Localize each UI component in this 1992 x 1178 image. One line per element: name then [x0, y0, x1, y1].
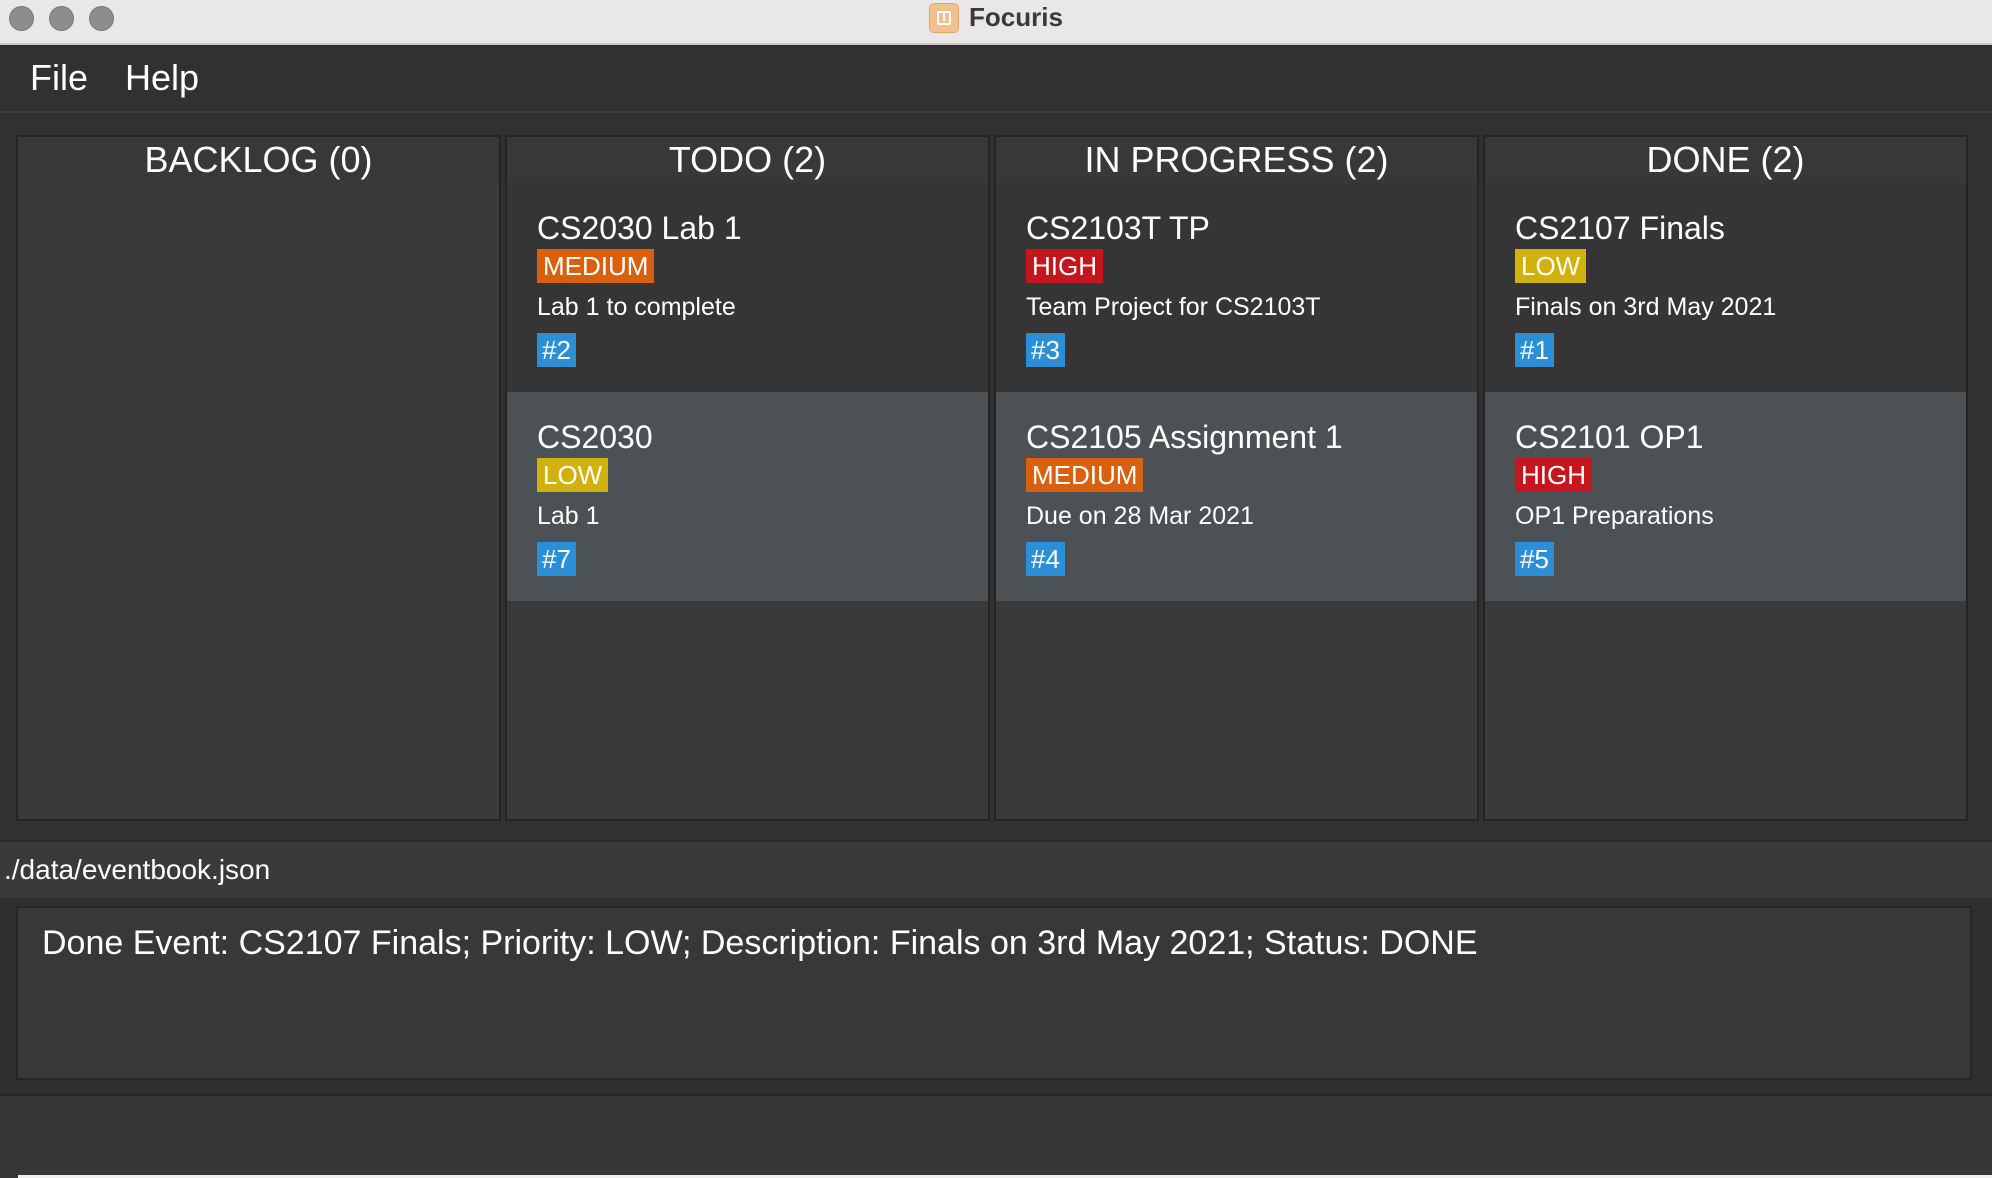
status-bar: ./data/eventbook.json [0, 840, 1992, 898]
column-header: BACKLOG (0) [18, 137, 499, 183]
priority-badge: MEDIUM [1026, 458, 1144, 492]
result-message: Done Event: CS2107 Finals; Priority: LOW… [42, 924, 1478, 962]
event-id-badge: #5 [1515, 542, 1554, 576]
event-title: CS2030 [537, 419, 653, 455]
column-header: DONE (2) [1485, 137, 1966, 183]
event-card[interactable]: CS2107 Finals LOW Finals on 3rd May 2021… [1485, 183, 1966, 392]
event-description: Team Project for CS2103T [1026, 293, 1321, 321]
menu-bar: File Help [0, 45, 1992, 113]
priority-badge: LOW [1515, 249, 1587, 283]
event-title: CS2030 Lab 1 [537, 210, 742, 246]
event-title: CS2105 Assignment 1 [1026, 419, 1343, 455]
event-id-badge: #2 [537, 333, 576, 367]
event-card[interactable]: CS2105 Assignment 1 MEDIUM Due on 28 Mar… [996, 392, 1477, 601]
column-header: TODO (2) [507, 137, 988, 183]
event-card[interactable]: CS2030 Lab 1 MEDIUM Lab 1 to complete #2 [507, 183, 988, 392]
column-header: IN PROGRESS (2) [996, 137, 1477, 183]
save-file-path: ./data/eventbook.json [4, 854, 271, 885]
kanban-board: BACKLOG (0) TODO (2) CS2030 Lab 1 MEDIUM… [0, 113, 1992, 840]
priority-badge: LOW [537, 458, 609, 492]
event-id-badge: #1 [1515, 333, 1554, 367]
event-description: Finals on 3rd May 2021 [1515, 293, 1777, 321]
result-display[interactable]: Done Event: CS2107 Finals; Priority: LOW… [16, 906, 1972, 1080]
event-description: OP1 Preparations [1515, 502, 1714, 530]
event-description: Lab 1 to complete [537, 293, 736, 321]
menu-help[interactable]: Help [125, 57, 199, 99]
event-title: CS2103T TP [1026, 210, 1210, 246]
title-bar: Focuris [0, 0, 1992, 45]
command-area[interactable] [0, 1094, 1992, 1178]
event-description: Lab 1 [537, 502, 600, 530]
column-done: DONE (2) CS2107 Finals LOW Finals on 3rd… [1483, 135, 1968, 821]
event-title: CS2101 OP1 [1515, 419, 1704, 455]
event-id-badge: #7 [537, 542, 576, 576]
event-card[interactable]: CS2101 OP1 HIGH OP1 Preparations #5 [1485, 392, 1966, 601]
window-title: Focuris [969, 2, 1063, 32]
menu-file[interactable]: File [30, 57, 88, 99]
event-card[interactable]: CS2030 LOW Lab 1 #7 [507, 392, 988, 601]
priority-badge: MEDIUM [537, 249, 655, 283]
event-id-badge: #3 [1026, 333, 1065, 367]
priority-badge: HIGH [1026, 249, 1103, 283]
priority-badge: HIGH [1515, 458, 1592, 492]
app-logo-icon [929, 2, 960, 33]
event-card[interactable]: CS2103T TP HIGH Team Project for CS2103T… [996, 183, 1477, 392]
event-title: CS2107 Finals [1515, 210, 1725, 246]
column-backlog: BACKLOG (0) [16, 135, 501, 821]
column-in-progress: IN PROGRESS (2) CS2103T TP HIGH Team Pro… [994, 135, 1479, 821]
column-todo: TODO (2) CS2030 Lab 1 MEDIUM Lab 1 to co… [505, 135, 990, 821]
event-id-badge: #4 [1026, 542, 1065, 576]
event-description: Due on 28 Mar 2021 [1026, 502, 1254, 530]
result-display-area: Done Event: CS2107 Finals; Priority: LOW… [0, 898, 1992, 1094]
